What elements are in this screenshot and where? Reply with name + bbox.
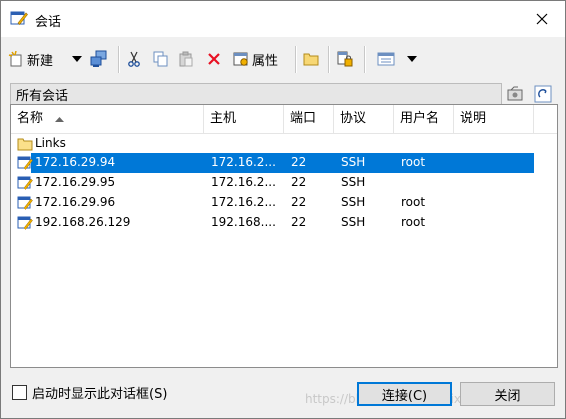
- column-header-protocol[interactable]: 协议: [334, 105, 394, 133]
- view-list-icon: [377, 52, 395, 66]
- folder-name: Links: [35, 136, 66, 150]
- toolbar-separator: [364, 46, 366, 73]
- column-header-name[interactable]: 名称: [11, 105, 204, 133]
- session-port: 22: [291, 195, 307, 209]
- lock-icon: [337, 51, 353, 67]
- toolbar-separator: [295, 46, 297, 73]
- ssh-session-icon: [17, 176, 33, 190]
- title-bar: 会话: [1, 1, 565, 37]
- cut-button[interactable]: [127, 47, 141, 71]
- column-header-label: 协议: [340, 111, 367, 126]
- sessions-list: 名称 主机 端口 协议 用户名 说明 Links 172.16.29.94 17…: [10, 104, 558, 368]
- session-protocol: SSH: [341, 175, 366, 189]
- session-panel-header: 所有会话: [10, 83, 502, 104]
- folder-icon: [17, 138, 33, 151]
- sessions-dialog: 会话 新建 属性 所有会话 名称 主机 端口 协议 用户名 说明 Links 1…: [0, 0, 566, 419]
- toolbar-separator: [328, 46, 330, 73]
- new-folder-button[interactable]: [303, 47, 319, 71]
- properties-icon: [233, 52, 248, 66]
- folder-icon: [303, 53, 319, 66]
- dropdown-arrow-icon: [407, 56, 417, 62]
- session-host: 192.168....: [211, 215, 276, 229]
- show-on-startup-label: 启动时显示此对话框(S): [32, 387, 168, 402]
- show-on-startup-checkbox[interactable]: 启动时显示此对话框(S): [12, 383, 167, 402]
- column-header-username[interactable]: 用户名: [394, 105, 454, 133]
- session-protocol: SSH: [341, 215, 366, 229]
- session-row[interactable]: 172.16.29.95 172.16.2... 22 SSH: [11, 173, 557, 193]
- dropdown-arrow-icon: [72, 56, 82, 62]
- refresh-icon[interactable]: [534, 85, 552, 103]
- ssh-session-icon: [17, 196, 33, 210]
- new-dropdown-button[interactable]: [72, 47, 82, 71]
- session-name: 172.16.29.95: [35, 175, 116, 189]
- connect-in-tab-icon[interactable]: [506, 85, 524, 103]
- lock-sessions-button[interactable]: [337, 47, 353, 71]
- column-header-label: 用户名: [400, 111, 440, 126]
- close-button[interactable]: 关闭: [460, 382, 555, 406]
- copy-icon: [153, 51, 168, 67]
- window-title: 会话: [35, 15, 62, 30]
- new-session-icon: [8, 51, 22, 67]
- session-port: 22: [291, 175, 307, 189]
- session-username: root: [401, 215, 426, 229]
- session-port: 22: [291, 155, 307, 169]
- session-username: root: [401, 155, 426, 169]
- sort-ascending-icon: [55, 117, 65, 122]
- session-host: 172.16.2...: [211, 175, 276, 189]
- paste-button[interactable]: [178, 47, 194, 71]
- session-row[interactable]: 172.16.29.96 172.16.2... 22 SSH root: [11, 193, 557, 213]
- session-username: root: [401, 195, 426, 209]
- session-app-icon: [10, 11, 28, 25]
- copy-button[interactable]: [152, 47, 168, 71]
- session-row[interactable]: 192.168.26.129 192.168.... 22 SSH root: [11, 213, 557, 233]
- session-manager-button[interactable]: [90, 47, 108, 71]
- session-name: 192.168.26.129: [35, 215, 131, 229]
- toolbar: 新建 属性: [1, 43, 565, 75]
- scissors-icon: [128, 51, 140, 67]
- checkbox-box[interactable]: [12, 385, 27, 400]
- column-header-label: 主机: [210, 111, 237, 126]
- column-header-label: 说明: [460, 111, 487, 126]
- close-label: 关闭: [494, 388, 521, 404]
- session-port: 22: [291, 215, 307, 229]
- delete-x-icon: [208, 53, 220, 65]
- column-header-port[interactable]: 端口: [284, 105, 334, 133]
- list-header: 名称 主机 端口 协议 用户名 说明: [11, 105, 557, 134]
- view-dropdown-button[interactable]: [407, 47, 417, 71]
- column-header-host[interactable]: 主机: [204, 105, 284, 133]
- ssh-session-icon: [17, 156, 33, 170]
- session-name: 172.16.29.94: [35, 155, 116, 169]
- new-session-button[interactable]: 新建: [8, 47, 53, 71]
- close-icon: [536, 13, 548, 25]
- connect-button[interactable]: 连接(C): [357, 382, 452, 406]
- session-row[interactable]: 172.16.29.94 172.16.2... 22 SSH root: [11, 153, 557, 173]
- session-host: 172.16.2...: [211, 155, 276, 169]
- panel-title: 所有会话: [16, 89, 69, 104]
- view-options-button[interactable]: [377, 47, 395, 71]
- column-header-label: 名称: [17, 111, 44, 126]
- connect-label: 连接(C): [381, 388, 428, 404]
- session-host: 172.16.2...: [211, 195, 276, 209]
- computers-icon: [90, 50, 107, 67]
- paste-icon: [179, 51, 193, 67]
- toolbar-separator: [118, 46, 120, 73]
- new-label: 新建: [27, 53, 54, 69]
- properties-button[interactable]: 属性: [233, 47, 278, 71]
- session-name: 172.16.29.96: [35, 195, 116, 209]
- session-protocol: SSH: [341, 155, 366, 169]
- delete-button[interactable]: [207, 47, 221, 71]
- column-header-label: 端口: [290, 111, 317, 126]
- ssh-session-icon: [17, 216, 33, 230]
- folder-row[interactable]: Links: [11, 134, 557, 154]
- session-protocol: SSH: [341, 195, 366, 209]
- close-window-button[interactable]: [519, 1, 565, 37]
- properties-label: 属性: [252, 53, 279, 69]
- column-header-description[interactable]: 说明: [454, 105, 534, 133]
